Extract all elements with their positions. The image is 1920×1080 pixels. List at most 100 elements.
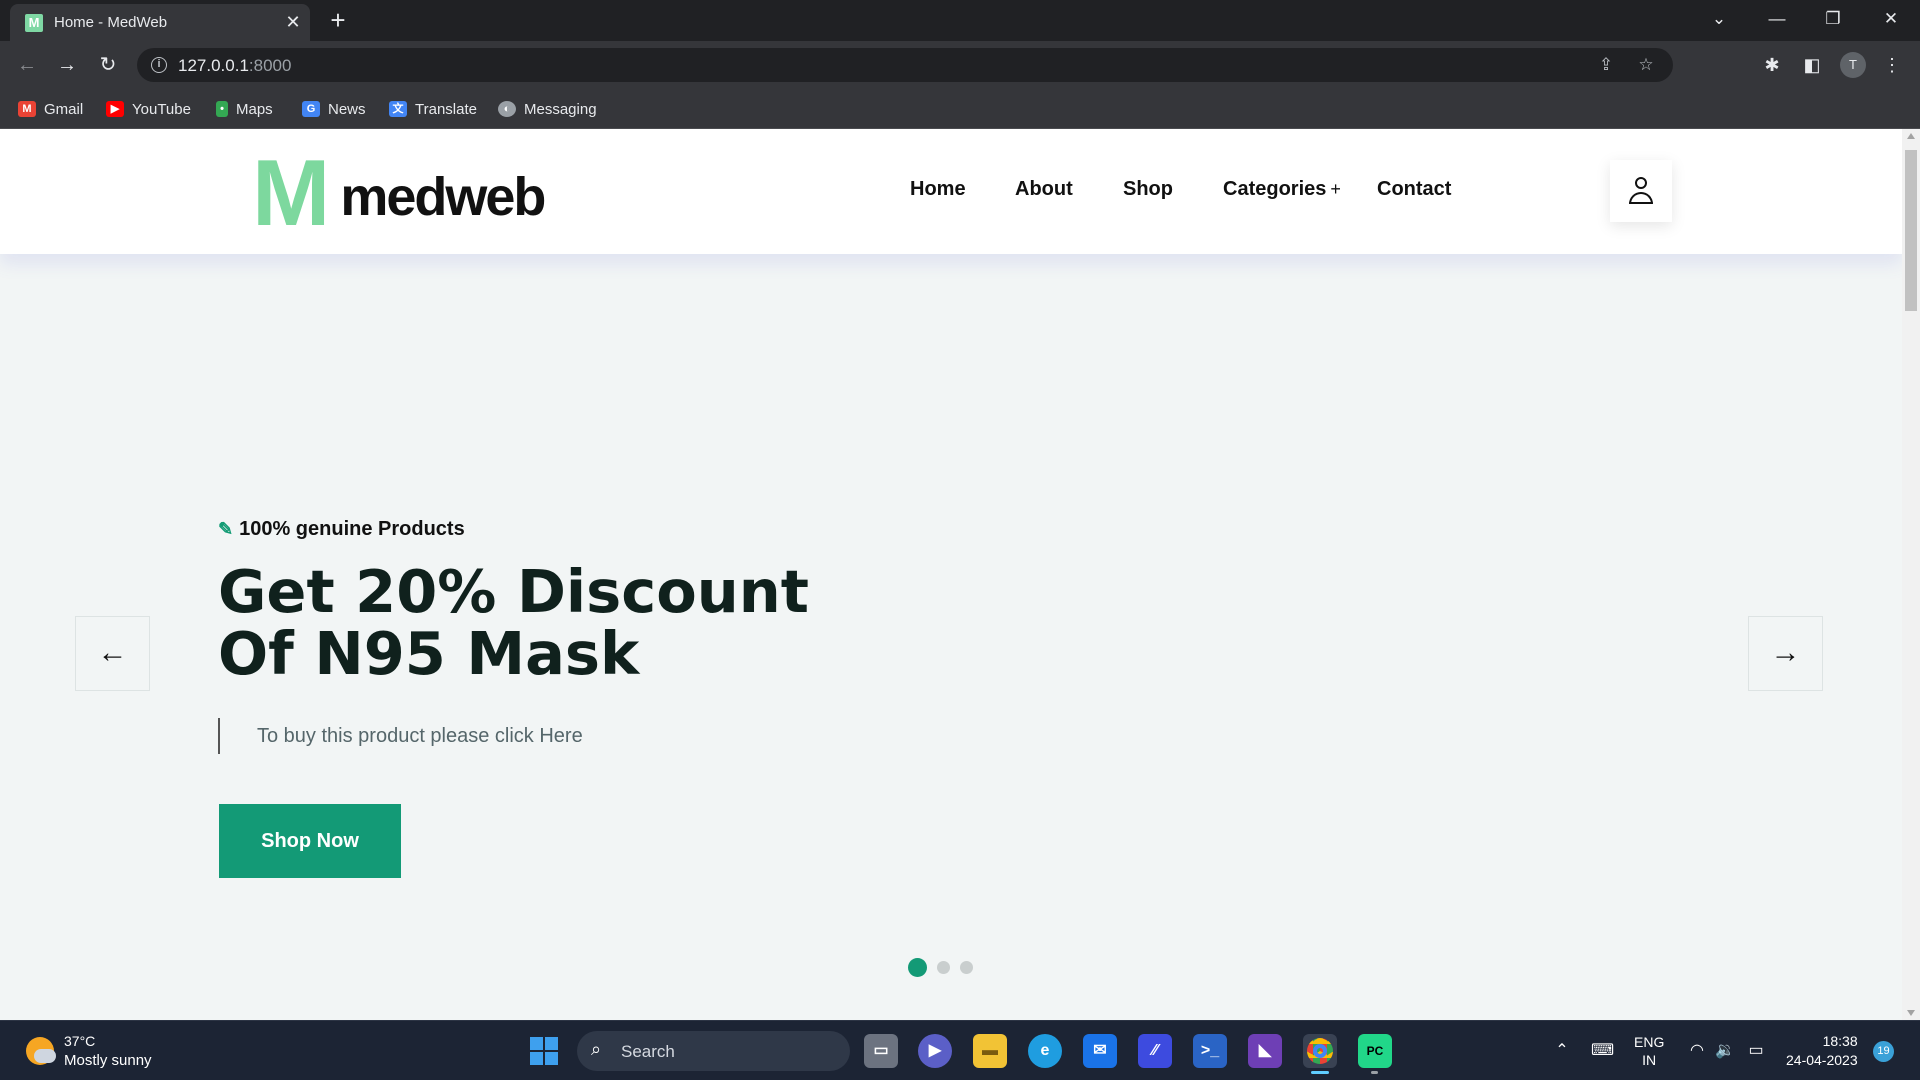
chrome-icon [1307,1038,1333,1064]
slider-dot-1[interactable] [908,958,927,977]
battery-icon[interactable]: ▭ [1745,1040,1767,1062]
hero-tagline: ✎ 100% genuine Products [218,518,465,541]
user-icon [1629,177,1653,205]
chrome-taskbar-icon[interactable] [1303,1034,1337,1068]
share-icon[interactable]: ⇪ [1595,54,1617,76]
window-minimize-button[interactable]: — [1754,4,1800,34]
window-restore-button[interactable]: ❐ [1810,4,1856,34]
pycharm-icon[interactable]: PC [1358,1034,1392,1068]
new-tab-button[interactable]: + [325,7,351,34]
back-button[interactable]: ← [13,51,41,79]
page-scrollbar[interactable] [1902,129,1920,1020]
weather-sun-cloud-icon [26,1037,56,1065]
address-bar[interactable]: i 127.0.0.1:8000 ⇪ ☆ [137,48,1673,82]
bookmark-label: Maps [236,100,273,118]
scroll-up-arrow-icon[interactable] [1907,133,1915,139]
tab-close-icon[interactable]: ✕ [282,11,304,33]
nav-shop[interactable]: Shop [1123,178,1173,201]
nav-categories-label: Categories [1223,178,1327,200]
site-logo[interactable]: M medweb [252,140,546,245]
hero-title-line1: Get 20% Discount [218,557,809,626]
bookmark-label: News [328,100,366,118]
url-port: :8000 [248,56,292,75]
bookmark-gmail[interactable]: M Gmail [18,98,83,120]
url-text[interactable]: 127.0.0.1:8000 [178,56,291,76]
nav-contact[interactable]: Contact [1377,178,1451,201]
weather-temperature: 37°C [64,1033,96,1049]
window-close-button[interactable]: ✕ [1868,4,1914,34]
bookmark-star-icon[interactable]: ☆ [1635,54,1657,76]
bookmark-label: Translate [415,100,477,118]
browser-menu-icon[interactable]: ⋮ [1880,53,1904,77]
bookmark-messaging[interactable]: ◐ Messaging [498,98,597,120]
logo-mark: M [252,140,330,245]
slider-dots [908,958,973,977]
profile-avatar[interactable]: T [1840,52,1866,78]
search-icon: ⌕ [591,1039,602,1059]
bookmark-label: YouTube [132,100,191,118]
show-hidden-icons-chevron-icon[interactable]: ⌃ [1551,1040,1573,1062]
taskbar-search[interactable]: ⌕ Search [577,1031,850,1071]
slider-dot-2[interactable] [937,961,950,974]
clock[interactable]: 18:38 24-04-2023 [1786,1032,1858,1072]
browser-tab-active[interactable]: M Home - MedWeb ✕ [10,4,310,41]
bookmark-label: Gmail [44,100,84,118]
slider-next-button[interactable]: → [1748,616,1823,691]
page-viewport: M medweb Home About Shop Categories + Con… [0,129,1920,1020]
side-panel-icon[interactable]: ◧ [1800,53,1824,77]
nav-home[interactable]: Home [910,178,966,201]
bookmark-news[interactable]: G News [302,98,366,120]
notepad-app-icon[interactable]: ⁄⁄ [1138,1034,1172,1068]
bookmark-translate[interactable]: 文 Translate [389,98,477,120]
weather-description: Mostly sunny [64,1052,152,1069]
language-code: ENG [1634,1034,1665,1050]
site-header: M medweb Home About Shop Categories + Con… [0,129,1902,254]
youtube-icon: ▶ [106,101,124,117]
extensions-puzzle-icon[interactable]: ✱ [1760,53,1784,77]
hero-subtitle: To buy this product please click Here [218,718,583,754]
syringe-icon: ✎ [218,519,234,539]
visual-studio-icon[interactable]: ◣ [1248,1034,1282,1068]
touch-keyboard-icon[interactable]: ⌨ [1591,1040,1614,1062]
taskbar: 37°C Mostly sunny ⌕ Search ▭ ▶ ▬ e ✉ ⁄⁄ … [0,1020,1920,1080]
chrome-active-indicator [1311,1071,1329,1074]
news-icon: G [302,101,320,117]
pycharm-running-indicator [1371,1071,1378,1074]
nav-about[interactable]: About [1015,178,1073,201]
bookmark-label: Messaging [524,100,597,118]
forward-button[interactable]: → [53,51,81,79]
messaging-icon: ◐ [498,101,516,117]
plus-icon: + [1330,179,1341,199]
account-button[interactable] [1610,160,1672,222]
translate-icon: 文 [389,101,407,117]
volume-icon[interactable]: 🔉 [1714,1040,1736,1062]
teams-chat-icon[interactable]: ▶ [918,1034,952,1068]
nav-categories[interactable]: Categories + [1223,178,1341,201]
clock-date: 24-04-2023 [1786,1052,1858,1068]
maps-icon: • [216,101,228,117]
scroll-down-arrow-icon[interactable] [1907,1010,1915,1016]
tab-search-chevron-icon[interactable]: ⌄ [1696,4,1742,34]
site-info-icon[interactable]: i [151,57,167,73]
wifi-icon[interactable]: ◠ [1686,1040,1708,1062]
bookmarks-bar: M Gmail ▶ YouTube • Maps G News 文 Transl… [0,89,1920,129]
shop-now-button[interactable]: Shop Now [219,804,401,878]
file-explorer-icon[interactable]: ▬ [973,1034,1007,1068]
logo-text: medweb [340,167,546,227]
reload-button[interactable]: ↻ [94,51,122,79]
mail-icon[interactable]: ✉ [1083,1034,1117,1068]
slider-dot-3[interactable] [960,961,973,974]
task-view-icon[interactable]: ▭ [864,1034,898,1068]
language-indicator[interactable]: ENG IN [1634,1033,1664,1073]
taskbar-search-label: Search [621,1042,675,1061]
start-button[interactable] [530,1037,558,1065]
powershell-icon[interactable]: >_ [1193,1034,1227,1068]
clock-time: 18:38 [1822,1033,1858,1049]
edge-browser-icon[interactable]: e [1028,1034,1062,1068]
scrollbar-thumb[interactable] [1905,150,1917,311]
notification-count-badge[interactable]: 19 [1873,1041,1894,1062]
bookmark-youtube[interactable]: ▶ YouTube [106,98,191,120]
tab-title: Home - MedWeb [54,14,168,31]
slider-prev-button[interactable]: ← [75,616,150,691]
bookmark-maps[interactable]: • Maps [216,98,273,120]
